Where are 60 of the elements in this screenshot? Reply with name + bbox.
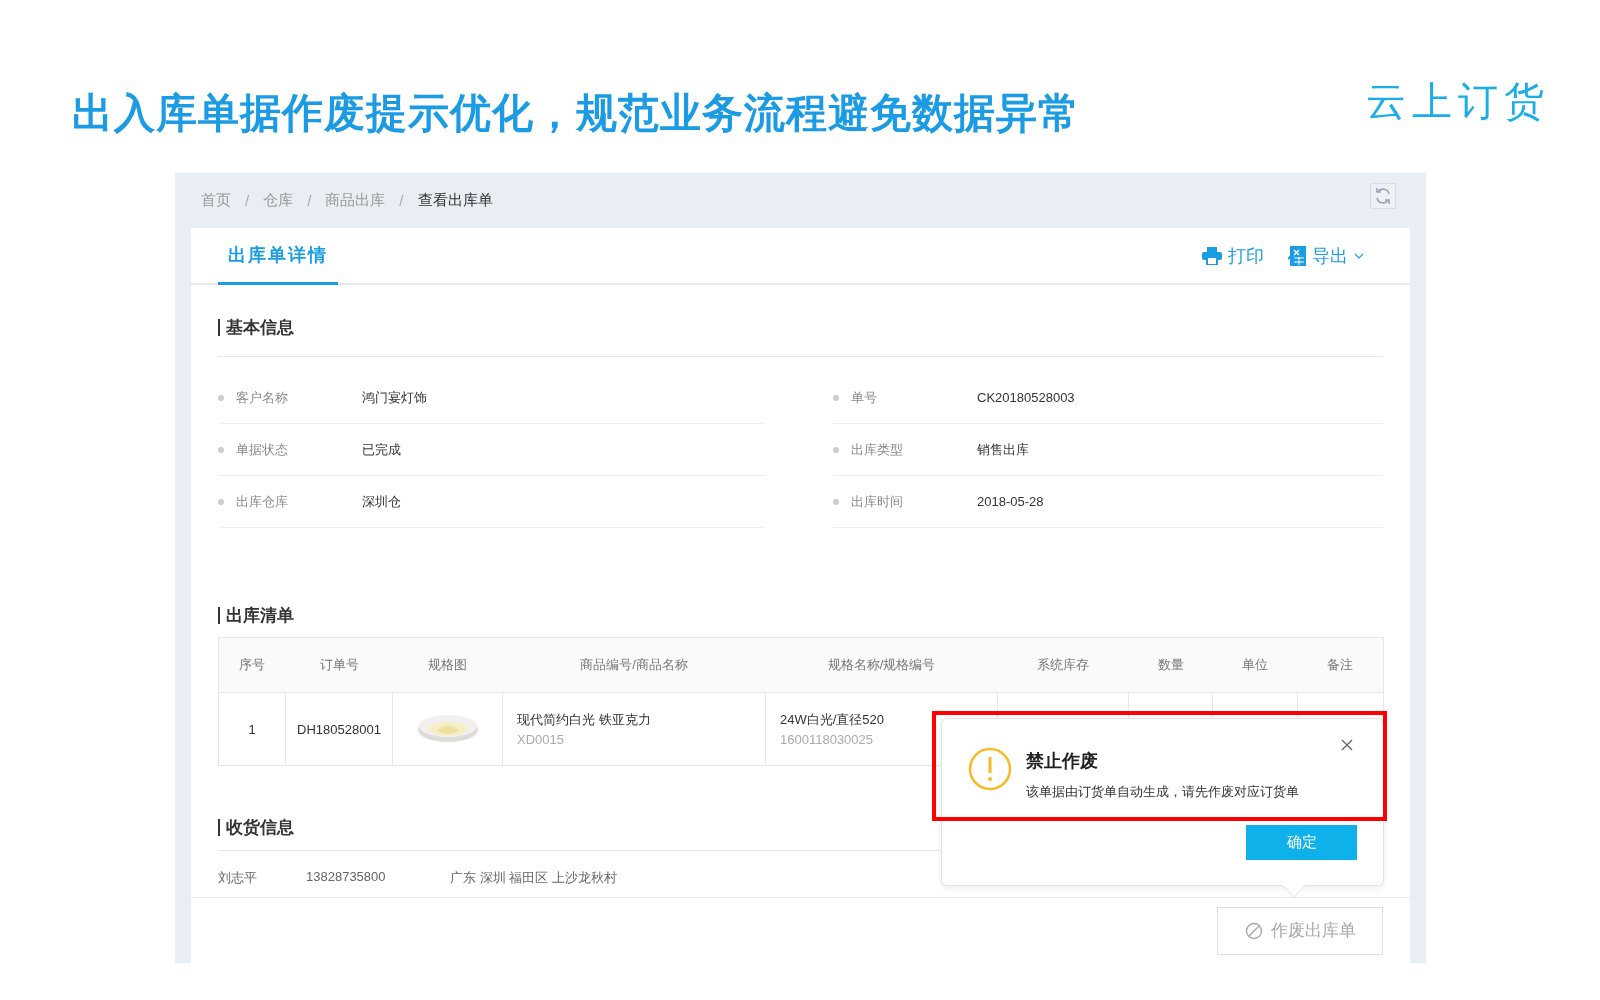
column-header: 数量	[1128, 637, 1213, 693]
field-value: 2018-05-28	[977, 494, 1044, 509]
field-label: 单号	[851, 388, 878, 407]
receiver-address: 广东 深圳 福田区 上沙龙秋村	[450, 869, 617, 887]
product-code: XD0015	[517, 732, 565, 747]
field-value: 深圳仓	[362, 492, 401, 511]
spreadsheet-icon	[1288, 245, 1306, 266]
column-header: 序号	[218, 637, 286, 693]
breadcrumb-separator: /	[307, 192, 312, 209]
column-header: 系统库存	[997, 637, 1129, 693]
field-label: 出库时间	[851, 492, 904, 511]
tab[interactable]: 出库单详情	[218, 228, 338, 285]
current-page-label: 查看出库单	[417, 191, 493, 210]
printer-icon	[1202, 246, 1222, 265]
field-label: 出库仓库	[236, 492, 289, 511]
section-title: 出库清单	[218, 607, 1383, 624]
receiver-name: 刘志平	[218, 869, 258, 887]
product-name: 现代简约白光 铁亚克力	[517, 711, 652, 729]
bullet-icon	[833, 394, 839, 401]
close-icon	[1341, 739, 1353, 751]
column-header: 备注	[1297, 637, 1384, 693]
field-label: 单据状态	[236, 440, 289, 459]
field-value: CK20180528003	[977, 390, 1075, 405]
receiver-phone: 13828735800	[306, 869, 387, 886]
bullet-icon	[218, 446, 224, 453]
section-title: 基本信息	[218, 319, 1383, 336]
table-cell: 1	[218, 692, 286, 766]
column-header: 订单号	[285, 637, 393, 693]
table-cell: DH180528001	[285, 692, 393, 766]
field-value: 鸿门宴灯饰	[362, 388, 427, 407]
column-header: 规格图	[392, 637, 503, 693]
page-headline: 出入库单据作废提示优化，规范业务流程避免数据异常	[72, 88, 1080, 138]
bullet-icon	[218, 498, 224, 505]
popover-title: 禁止作废	[1026, 750, 1099, 773]
confirm-button[interactable]: 确定	[1246, 825, 1357, 860]
popover-message: 该单据由订货单自动生成，请先作废对应订货单	[1026, 783, 1299, 801]
breadcrumb-separator: /	[399, 192, 404, 209]
spec-name: 24W白光/直径520	[780, 711, 886, 729]
logo: 云上订货	[1366, 77, 1550, 125]
field-value: 销售出库	[977, 440, 1029, 459]
breadcrumb-link[interactable]: 仓库	[263, 191, 294, 210]
bullet-icon	[833, 498, 839, 505]
column-header: 单位	[1212, 637, 1298, 693]
breadcrumb-link[interactable]: 商品出库	[325, 191, 386, 210]
refresh-icon	[1373, 186, 1393, 206]
breadcrumb-link[interactable]: 首页	[201, 191, 231, 210]
column-header: 商品编号/商品名称	[502, 637, 766, 693]
bullet-icon	[833, 446, 839, 453]
spec-code: 1600118030025	[780, 732, 875, 747]
breadcrumb-separator: /	[245, 192, 250, 209]
field-label: 客户名称	[236, 388, 289, 407]
warning-icon	[968, 747, 1012, 791]
ban-icon	[1244, 921, 1263, 940]
bullet-icon	[218, 394, 224, 401]
action-link[interactable]: 打印	[1202, 243, 1264, 268]
field-value: 已完成	[362, 440, 401, 459]
action-link[interactable]: 导出	[1288, 243, 1364, 268]
field-label: 出库类型	[851, 440, 904, 459]
column-header: 规格名称/规格编号	[765, 637, 998, 693]
close-button[interactable]	[1339, 737, 1355, 753]
